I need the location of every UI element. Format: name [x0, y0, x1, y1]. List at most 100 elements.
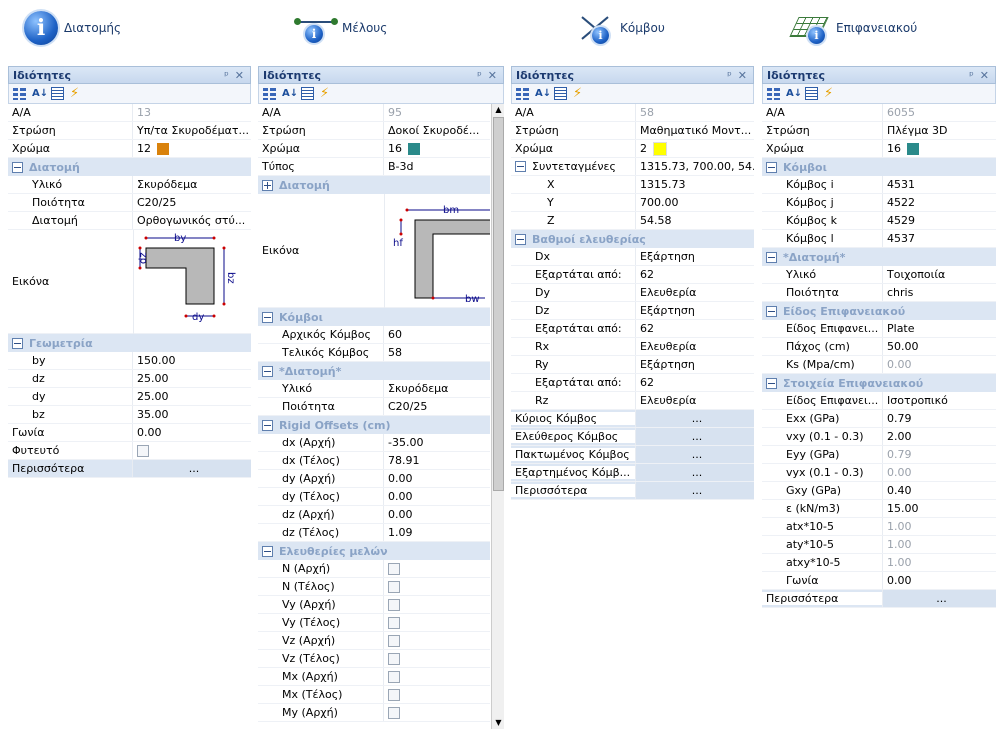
sort-az-icon[interactable]: A↓: [32, 87, 48, 100]
pin-icon[interactable]: ᵖ: [477, 69, 482, 82]
property-row[interactable]: Ry Εξάρτηση: [511, 356, 754, 374]
property-row[interactable]: Α/Α 6055: [762, 104, 996, 122]
property-row[interactable]: Ποιότητα C20/25: [258, 398, 490, 416]
property-row[interactable]: N (Τέλος): [258, 578, 490, 596]
more-row[interactable]: Περισσότερα...: [8, 460, 251, 478]
property-row[interactable]: My (Αρχή): [258, 704, 490, 722]
property-row[interactable]: Vz (Αρχή): [258, 632, 490, 650]
scroll-up-icon[interactable]: ▲: [492, 104, 504, 116]
checkbox[interactable]: [388, 670, 400, 683]
sort-az-icon[interactable]: A↓: [786, 87, 802, 100]
checkbox[interactable]: [388, 688, 400, 701]
sort-az-icon[interactable]: A↓: [282, 87, 298, 100]
pin-icon[interactable]: ᵖ: [727, 69, 732, 82]
vertical-scrollbar[interactable]: ▲ ▼: [491, 104, 504, 729]
property-row[interactable]: Είδος Επιφανει... Ισοτροπικό: [762, 392, 996, 410]
property-row[interactable]: Γωνία 0.00: [8, 424, 251, 442]
property-row[interactable]: dz 25.00: [8, 370, 251, 388]
link-row[interactable]: Πακτωμένος Κόμβος...: [511, 446, 754, 464]
property-row[interactable]: Z 54.58: [511, 212, 754, 230]
more-row[interactable]: Περισσότερα...: [762, 590, 996, 608]
property-row[interactable]: Α/Α 58: [511, 104, 754, 122]
property-row[interactable]: Y 700.00: [511, 194, 754, 212]
property-pages-icon[interactable]: [554, 87, 567, 100]
property-row[interactable]: Α/Α 95: [258, 104, 490, 122]
property-row[interactable]: Εξαρτάται από: 62: [511, 320, 754, 338]
property-row[interactable]: atxy*10-5 1.00: [762, 554, 996, 572]
property-row[interactable]: Ποιότητα C20/25: [8, 194, 251, 212]
property-row[interactable]: ε (kN/m3) 15.00: [762, 500, 996, 518]
property-row[interactable]: Χρώμα 12: [8, 140, 251, 158]
link-row[interactable]: Εξαρτημένος Κόμβ......: [511, 464, 754, 482]
more-row[interactable]: Περισσότερα...: [511, 482, 754, 500]
property-row[interactable]: Vz (Τέλος): [258, 650, 490, 668]
link-row[interactable]: Κύριος Κόμβος...: [511, 410, 754, 428]
property-row[interactable]: Mx (Τέλος): [258, 686, 490, 704]
property-row[interactable]: Τύπος B-3d: [258, 158, 490, 176]
property-row[interactable]: Κόμβος k 4529: [762, 212, 996, 230]
property-pages-icon[interactable]: [301, 87, 314, 100]
category-header[interactable]: Ελευθερίες μελών: [258, 542, 490, 560]
property-row[interactable]: Κόμβος j 4522: [762, 194, 996, 212]
property-row[interactable]: Εξαρτάται από: 62: [511, 374, 754, 392]
checkbox[interactable]: [388, 580, 400, 593]
property-row[interactable]: Vy (Τέλος): [258, 614, 490, 632]
property-row[interactable]: Χρώμα 16: [762, 140, 996, 158]
property-row[interactable]: Διατομή Ορθογωνικός στύ...: [8, 212, 251, 230]
events-icon[interactable]: ⚡: [320, 87, 333, 100]
property-row[interactable]: Α/Α 13: [8, 104, 251, 122]
property-row[interactable]: by 150.00: [8, 352, 251, 370]
property-row[interactable]: Υλικό Τοιχοποιία: [762, 266, 996, 284]
property-row[interactable]: Αρχικός Κόμβος 60: [258, 326, 490, 344]
property-row[interactable]: Είδος Επιφανει... Plate: [762, 320, 996, 338]
category-header[interactable]: Στοιχεία Επιφανειακού: [762, 374, 996, 392]
property-row[interactable]: Στρώση Δοκοί Σκυροδέ...: [258, 122, 490, 140]
property-pages-icon[interactable]: [51, 87, 64, 100]
scroll-down-icon[interactable]: ▼: [492, 717, 504, 729]
events-icon[interactable]: ⚡: [573, 87, 586, 100]
categorized-icon[interactable]: [516, 87, 529, 100]
property-row[interactable]: Gxy (GPa) 0.40: [762, 482, 996, 500]
property-row[interactable]: Χρώμα 16: [258, 140, 490, 158]
property-row[interactable]: Πάχος (cm) 50.00: [762, 338, 996, 356]
property-row[interactable]: Ks (Mpa/cm) 0.00: [762, 356, 996, 374]
checkbox[interactable]: [388, 634, 400, 647]
property-row[interactable]: Κόμβος i 4531: [762, 176, 996, 194]
close-icon[interactable]: ✕: [980, 69, 989, 82]
property-row[interactable]: dz (Τέλος) 1.09: [258, 524, 490, 542]
property-row[interactable]: Στρώση Υπ/τα Σκυροδέματ...: [8, 122, 251, 140]
checkbox[interactable]: [388, 706, 400, 719]
close-icon[interactable]: ✕: [488, 69, 497, 82]
property-row[interactable]: Χρώμα 2: [511, 140, 754, 158]
category-header[interactable]: Κόμβοι: [762, 158, 996, 176]
property-row[interactable]: Vy (Αρχή): [258, 596, 490, 614]
property-row[interactable]: Υλικό Σκυρόδεμα: [258, 380, 490, 398]
property-row[interactable]: dy (Αρχή) 0.00: [258, 470, 490, 488]
categorized-icon[interactable]: [13, 87, 26, 100]
property-row[interactable]: Στρώση Μαθηματικό Μοντ...: [511, 122, 754, 140]
category-header[interactable]: Κόμβοι: [258, 308, 490, 326]
property-row[interactable]: Εξαρτάται από: 62: [511, 266, 754, 284]
property-row[interactable]: bz 35.00: [8, 406, 251, 424]
property-row[interactable]: dy (Τέλος) 0.00: [258, 488, 490, 506]
property-row[interactable]: aty*10-5 1.00: [762, 536, 996, 554]
scroll-thumb[interactable]: [493, 117, 504, 491]
close-icon[interactable]: ✕: [235, 69, 244, 82]
category-header[interactable]: *Διατομή*: [258, 362, 490, 380]
checkbox[interactable]: [388, 616, 400, 629]
checkbox[interactable]: [137, 444, 149, 457]
checkbox[interactable]: [388, 652, 400, 665]
property-row[interactable]: Υλικό Σκυρόδεμα: [8, 176, 251, 194]
property-row[interactable]: Κόμβος l 4537: [762, 230, 996, 248]
category-header[interactable]: Είδος Επιφανειακού: [762, 302, 996, 320]
property-row[interactable]: Τελικός Κόμβος 58: [258, 344, 490, 362]
categorized-icon[interactable]: [767, 87, 780, 100]
property-row[interactable]: vxy (0.1 - 0.3) 2.00: [762, 428, 996, 446]
checkbox[interactable]: [388, 598, 400, 611]
property-row[interactable]: Rx Ελευθερία: [511, 338, 754, 356]
property-row[interactable]: dx (Αρχή) -35.00: [258, 434, 490, 452]
property-row[interactable]: Γωνία 0.00: [762, 572, 996, 590]
category-header[interactable]: Γεωμετρία: [8, 334, 251, 352]
category-header[interactable]: Διατομή: [258, 176, 490, 194]
property-row[interactable]: Ποιότητα chris: [762, 284, 996, 302]
